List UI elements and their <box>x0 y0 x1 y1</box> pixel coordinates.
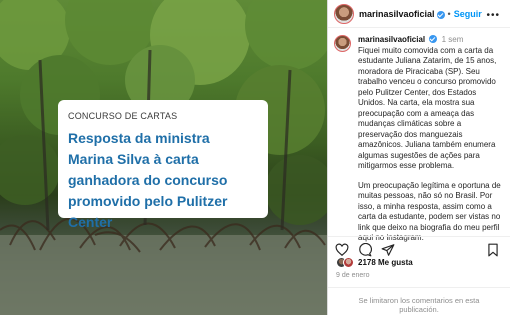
post-header: marinasilvaoficial • Seguir ••• <box>328 0 510 28</box>
caption-time: 1 sem <box>441 35 464 44</box>
caption-avatar[interactable] <box>334 35 351 52</box>
comment-icon[interactable] <box>358 243 372 257</box>
more-options-icon[interactable]: ••• <box>486 10 500 21</box>
post-side-panel: marinasilvaoficial • Seguir ••• marinasi… <box>328 0 510 315</box>
caption-paragraph-1: Fiquei muito comovida com a carta da est… <box>358 45 497 171</box>
comments-limited-notice: Se limitaron los comentarios en esta pub… <box>328 287 510 315</box>
caption-block: marinasilvaoficial 1 sem Fiquei muito co… <box>334 34 504 244</box>
post-date[interactable]: 9 de enero <box>336 272 369 279</box>
verified-badge-icon <box>436 10 445 19</box>
caption-username[interactable]: marinasilvaoficial <box>358 35 425 44</box>
action-bar <box>328 236 510 258</box>
header-separator: • <box>447 8 451 19</box>
post-image[interactable]: CONCURSO DE CARTAS Resposta da ministra … <box>0 0 327 315</box>
follow-button[interactable]: Seguir <box>454 9 482 19</box>
likes-count[interactable]: 2178 Me gusta <box>358 258 413 267</box>
avatar[interactable] <box>334 3 354 24</box>
headline-card: CONCURSO DE CARTAS Resposta da ministra … <box>58 100 268 230</box>
caption-text: marinasilvaoficial 1 sem Fiquei muito co… <box>358 34 504 244</box>
heart-icon[interactable] <box>335 243 349 257</box>
share-icon[interactable] <box>381 243 395 257</box>
header-username[interactable]: marinasilvaoficial <box>359 9 435 19</box>
card-headline: Resposta da ministra Marina Silva à cart… <box>68 130 228 230</box>
liker-avatar <box>343 257 354 268</box>
bookmark-icon[interactable] <box>486 243 500 257</box>
caption-paragraph-2: Um preocupação legítima e oportuna de mu… <box>358 180 501 243</box>
card-kicker: CONCURSO DE CARTAS <box>68 111 178 121</box>
verified-badge-icon <box>429 35 438 43</box>
likes-row[interactable]: 2178 Me gusta <box>336 257 413 268</box>
